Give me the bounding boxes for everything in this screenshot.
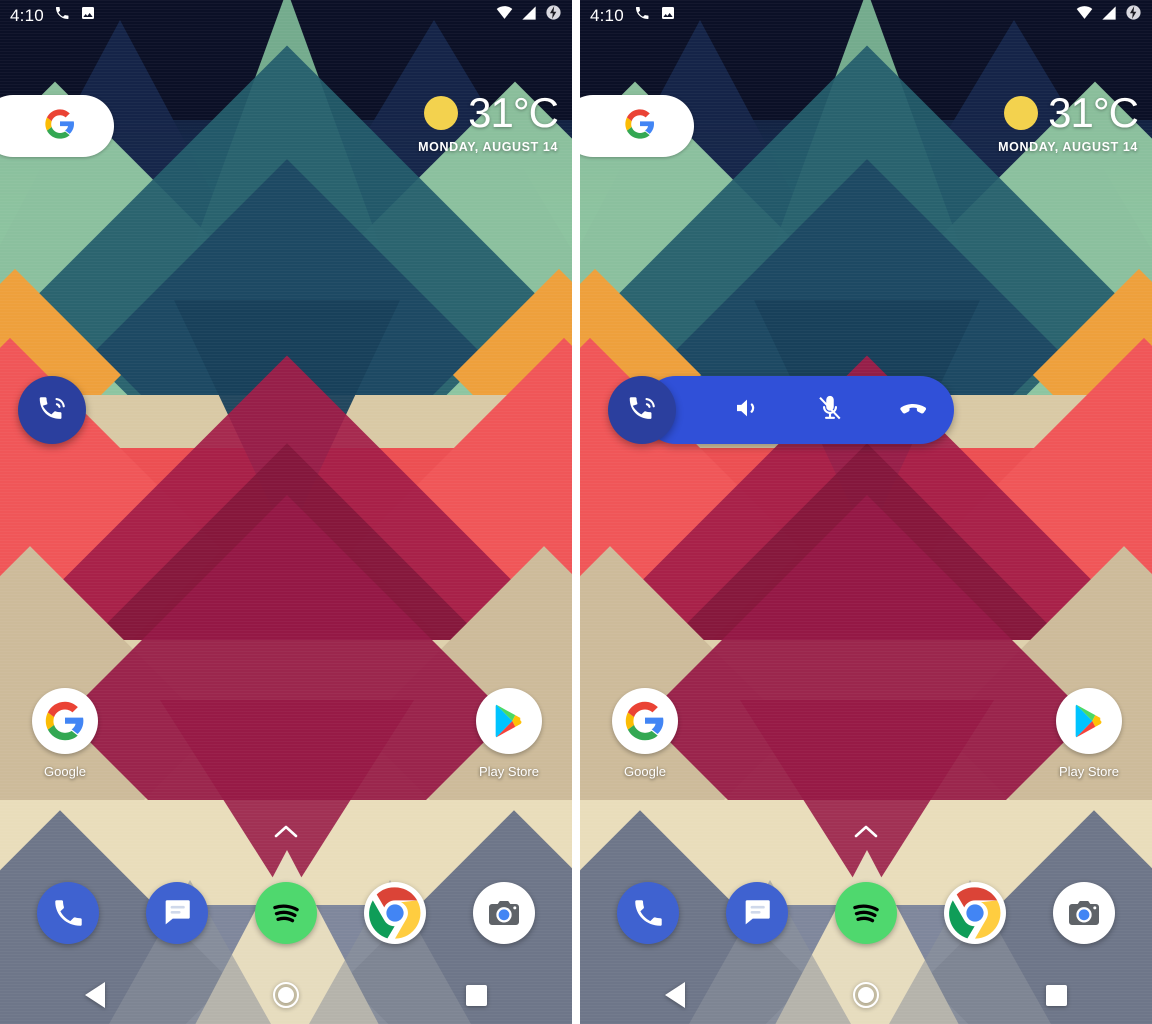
status-time: 4:10 xyxy=(589,5,624,25)
navigation-bar xyxy=(580,966,1152,1024)
phone-panel-expanded: 4:10 31°C MONDAY, AUGUST 14 Google Play … xyxy=(579,0,1152,1024)
status-bar-left: 4:10 xyxy=(10,5,96,26)
call-bubble-actions-pill xyxy=(641,376,954,444)
navigation-bar xyxy=(0,966,572,1024)
google-search-widget[interactable] xyxy=(0,95,114,157)
wifi-icon xyxy=(496,4,513,26)
recents-square-icon xyxy=(466,984,488,1006)
call-bubble-expanded xyxy=(607,376,954,444)
image-icon xyxy=(660,5,676,26)
recents-square-icon xyxy=(1046,984,1068,1006)
weather-date: MONDAY, AUGUST 14 xyxy=(418,140,558,154)
phone-in-call-icon xyxy=(36,392,68,429)
app-icon-google[interactable]: Google xyxy=(590,688,700,779)
status-bar: 4:10 xyxy=(580,0,1152,30)
sun-icon xyxy=(1004,96,1039,130)
mute-button[interactable] xyxy=(789,376,872,444)
dock-icon-chrome[interactable] xyxy=(943,882,1006,944)
dock-icon-camera[interactable] xyxy=(1052,882,1115,944)
cellular-signal-icon xyxy=(521,5,537,26)
weather-widget[interactable]: 31°C MONDAY, AUGUST 14 xyxy=(418,89,559,155)
nav-recents-button[interactable] xyxy=(447,966,507,1024)
end-call-button[interactable] xyxy=(871,376,954,444)
weather-row: 31°C xyxy=(998,89,1139,136)
app-label: Google xyxy=(624,764,666,779)
phone-panel-collapsed: 4:10 31°C MONDAY, AUGUST 14 Google Play … xyxy=(0,0,572,1024)
dock xyxy=(580,868,1152,958)
weather-widget[interactable]: 31°C MONDAY, AUGUST 14 xyxy=(998,89,1139,155)
app-label: Google xyxy=(44,764,86,779)
app-label: Play Store xyxy=(1058,764,1119,779)
google-g-logo xyxy=(624,108,656,145)
status-time: 4:10 xyxy=(10,5,44,25)
back-triangle-icon xyxy=(85,982,106,1008)
wifi-icon xyxy=(1076,4,1093,26)
home-app-row: Google Play Store xyxy=(0,688,572,798)
chevron-up-icon[interactable] xyxy=(854,824,878,843)
app-icon-google[interactable]: Google xyxy=(10,688,120,779)
status-bar-right xyxy=(496,4,562,26)
mic-off-icon xyxy=(815,393,845,428)
google-g-logo xyxy=(44,108,76,145)
dock-icon-phone[interactable] xyxy=(37,882,100,944)
speaker-button[interactable] xyxy=(706,376,789,444)
back-triangle-icon xyxy=(665,982,686,1008)
call-bubble-head[interactable] xyxy=(607,376,676,444)
dock-icon-camera[interactable] xyxy=(472,882,535,944)
home-circle-icon xyxy=(852,982,879,1008)
google-g-logo xyxy=(611,688,678,754)
play-store-icon xyxy=(476,688,542,754)
end-call-icon xyxy=(897,392,929,429)
app-label: Play Store xyxy=(479,764,539,779)
nav-back-button[interactable] xyxy=(65,966,125,1024)
call-bubble-collapsed[interactable] xyxy=(18,376,86,444)
status-bar-left: 4:10 xyxy=(590,5,676,26)
speaker-icon xyxy=(732,393,762,428)
nav-home-button[interactable] xyxy=(256,966,316,1024)
phone-in-call-icon xyxy=(626,392,658,429)
chevron-up-icon[interactable] xyxy=(274,824,298,843)
nav-recents-button[interactable] xyxy=(1027,966,1087,1024)
weather-row: 31°C xyxy=(418,89,559,136)
nav-back-button[interactable] xyxy=(645,966,705,1024)
app-icon-play-store[interactable]: Play Store xyxy=(1034,688,1144,779)
dock-icon-spotify[interactable] xyxy=(834,882,897,944)
dock-icon-messages[interactable] xyxy=(146,882,209,944)
dual-screenshot-stage: 4:10 31°C MONDAY, AUGUST 14 Google Play … xyxy=(0,0,1152,1024)
play-store-icon xyxy=(1055,688,1122,754)
weather-temperature: 31°C xyxy=(1048,89,1139,136)
dock-icon-phone[interactable] xyxy=(617,882,680,944)
panel-divider xyxy=(572,0,576,1024)
dock-icon-chrome[interactable] xyxy=(363,882,426,944)
dock-icon-messages[interactable] xyxy=(726,882,789,944)
battery-charging-icon xyxy=(1125,4,1142,26)
cellular-signal-icon xyxy=(1101,5,1117,26)
weather-date: MONDAY, AUGUST 14 xyxy=(998,140,1138,154)
dock-icon-spotify[interactable] xyxy=(254,882,317,944)
phone-icon xyxy=(634,5,650,26)
google-search-widget[interactable] xyxy=(579,95,694,157)
home-app-row: Google Play Store xyxy=(580,688,1152,798)
weather-temperature: 31°C xyxy=(468,89,559,136)
status-bar-right xyxy=(1076,4,1142,26)
battery-charging-icon xyxy=(545,4,562,26)
google-g-logo xyxy=(32,688,98,754)
sun-icon xyxy=(424,96,459,130)
status-bar: 4:10 xyxy=(0,0,572,30)
phone-icon xyxy=(54,5,70,26)
home-circle-icon xyxy=(272,982,299,1008)
app-icon-play-store[interactable]: Play Store xyxy=(454,688,564,779)
nav-home-button[interactable] xyxy=(836,966,896,1024)
dock xyxy=(0,868,572,958)
image-icon xyxy=(80,5,96,26)
